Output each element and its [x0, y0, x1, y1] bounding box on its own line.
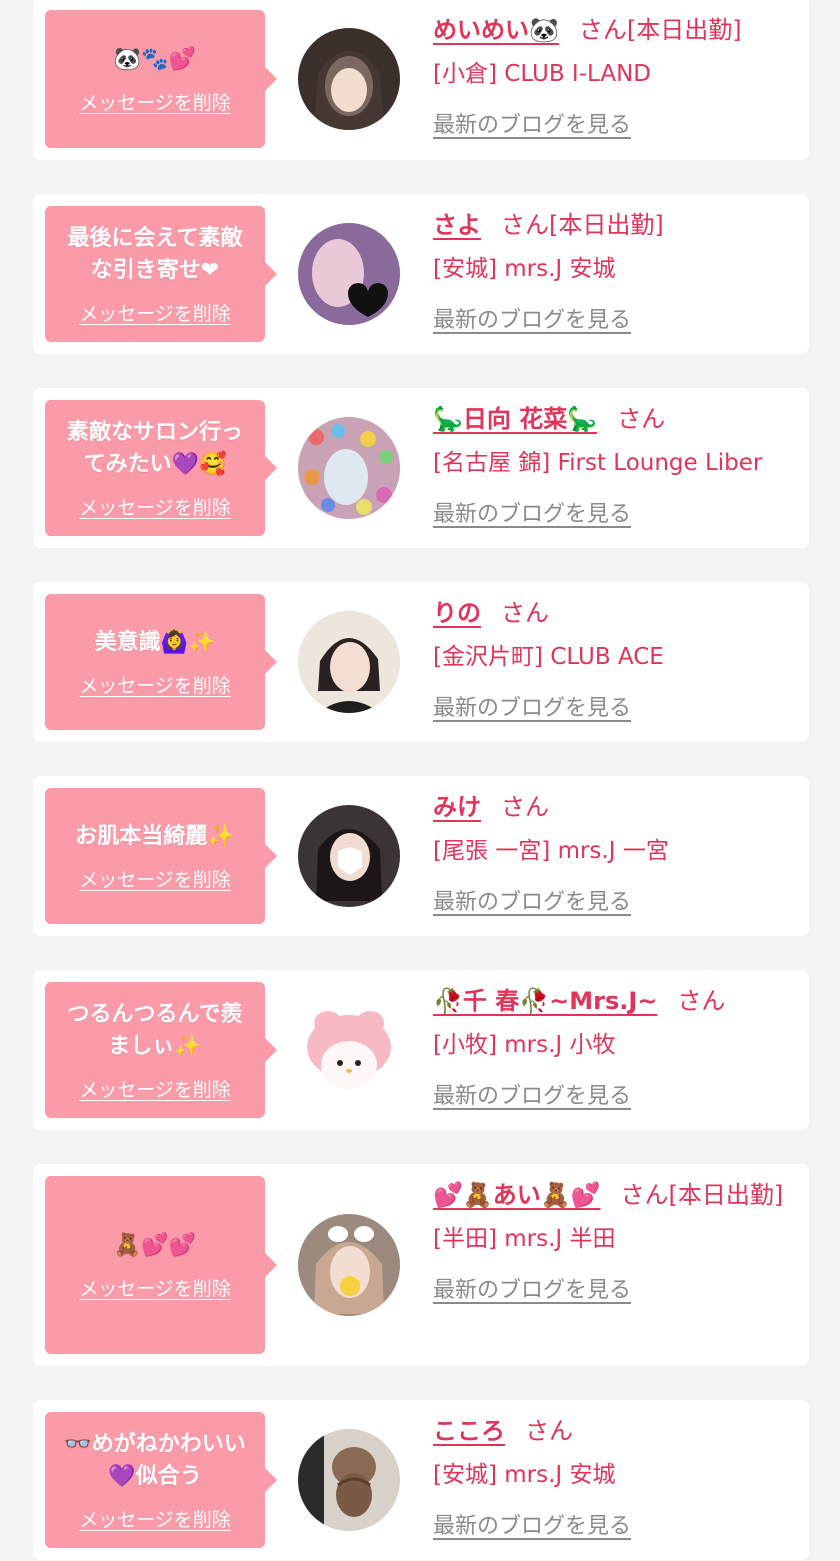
cast-info: みけ さん [尾張 一宮] mrs.J 一宮 最新のブログを見る: [433, 787, 793, 923]
message-bubble: 最後に会えて素敵な引き寄せ❤ メッセージを削除: [45, 206, 277, 342]
list-item: つるんつるんで羨ましぃ✨ メッセージを削除 🥀千 春🥀~Mrs.J~ さん [小牧…: [33, 970, 809, 1130]
message-bubble: 🧸💕💕 メッセージを削除: [45, 1176, 277, 1354]
cast-name-link[interactable]: めいめい🐼: [433, 16, 559, 44]
cast-info: 🦕日向 花菜🦕 さん [名古屋 錦] First Lounge Liber 最新の…: [433, 399, 793, 535]
name-line: 🥀千 春🥀~Mrs.J~ さん: [433, 981, 793, 1021]
delete-message-link[interactable]: メッセージを削除: [79, 299, 231, 326]
delete-message-link[interactable]: メッセージを削除: [79, 493, 231, 520]
avatar[interactable]: [298, 805, 400, 907]
blog-link[interactable]: 最新のブログを見る: [433, 1271, 631, 1311]
name-line: みけ さん: [433, 787, 793, 827]
message-text: 美意識🙆‍♀️✨: [94, 629, 216, 655]
avatar-photo-icon: [298, 1214, 400, 1316]
cast-name-link[interactable]: 🦕日向 花菜🦕: [433, 405, 597, 433]
name-line: めいめい🐼 さん[本日出勤]: [433, 10, 793, 50]
cast-info: 🥀千 春🥀~Mrs.J~ さん [小牧] mrs.J 小牧 最新のブログを見る: [433, 981, 793, 1117]
list-item: 美意識🙆‍♀️✨ メッセージを削除 りの さん [金沢片町] CLUB ACE 最…: [33, 582, 809, 742]
avatar[interactable]: [298, 999, 400, 1101]
name-line: 🦕日向 花菜🦕 さん: [433, 399, 793, 439]
list-item: 最後に会えて素敵な引き寄せ❤ メッセージを削除 さよ さん[本日出勤] [安城] …: [33, 194, 809, 354]
shop-name: [安城] mrs.J 安城: [433, 1462, 616, 1488]
avatar[interactable]: [298, 28, 400, 130]
cast-info: さよ さん[本日出勤] [安城] mrs.J 安城 最新のブログを見る: [433, 205, 793, 341]
list-item: 素敵なサロン行ってみたい💜🥰 メッセージを削除 🦕日向 花菜🦕 さん [名古屋 錦…: [33, 388, 809, 548]
avatar-photo-icon: [298, 223, 400, 325]
cast-name-link[interactable]: さよ: [433, 211, 481, 239]
message-text: 素敵なサロン行ってみたい💜🥰: [66, 419, 243, 477]
cast-name-link[interactable]: みけ: [433, 793, 481, 821]
name-suffix: さん: [617, 405, 666, 433]
list-item: お肌本当綺麗✨ メッセージを削除 みけ さん [尾張 一宮] mrs.J 一宮 最…: [33, 776, 809, 936]
cast-info: 💕🧸あい🧸💕 さん[本日出勤] [半田] mrs.J 半田 最新のブログを見る: [433, 1175, 793, 1311]
name-line: 💕🧸あい🧸💕 さん[本日出勤]: [433, 1175, 793, 1215]
avatar-photo-icon: [298, 417, 400, 519]
name-suffix: さん[本日出勤]: [501, 211, 664, 239]
cast-info: めいめい🐼 さん[本日出勤] [小倉] CLUB I-LAND 最新のブログを見る: [433, 10, 793, 146]
avatar-photo-icon: [298, 805, 400, 907]
message-bubble: 素敵なサロン行ってみたい💜🥰 メッセージを削除: [45, 400, 277, 536]
list-item: 🧸💕💕 メッセージを削除 💕🧸あい🧸💕 さん[本日出勤] [半田] mrs.J 半…: [33, 1164, 809, 1366]
message-bubble: 🐼🐾💕 メッセージを削除: [45, 10, 277, 148]
avatar[interactable]: [298, 611, 400, 713]
cast-info: こころ さん [安城] mrs.J 安城 最新のブログを見る: [433, 1411, 793, 1547]
name-suffix: さん: [677, 987, 726, 1015]
message-text: つるんつるんで羨ましぃ✨: [67, 1001, 243, 1059]
shop-name: [金沢片町] CLUB ACE: [433, 644, 664, 670]
avatar[interactable]: [298, 1214, 400, 1316]
shop-name: [小牧] mrs.J 小牧: [433, 1032, 616, 1058]
avatar-photo-icon: [298, 611, 400, 713]
blog-link[interactable]: 最新のブログを見る: [433, 301, 631, 341]
name-line: りの さん: [433, 593, 793, 633]
shop-name: [名古屋 錦] First Lounge Liber: [433, 450, 763, 476]
name-suffix: さん: [501, 793, 549, 821]
shop-name: [小倉] CLUB I-LAND: [433, 61, 651, 87]
avatar-character-icon: [298, 999, 400, 1101]
message-text: お肌本当綺麗✨: [75, 823, 235, 849]
avatar-photo-icon: [298, 1429, 400, 1531]
blog-link[interactable]: 最新のブログを見る: [433, 495, 631, 535]
blog-link[interactable]: 最新のブログを見る: [433, 106, 631, 146]
message-text: 👓めがねかわいい💜似合う: [64, 1431, 246, 1489]
message-bubble: 👓めがねかわいい💜似合う メッセージを削除: [45, 1412, 277, 1548]
delete-message-link[interactable]: メッセージを削除: [79, 865, 231, 892]
message-bubble: 美意識🙆‍♀️✨ メッセージを削除: [45, 594, 277, 730]
name-suffix: さん: [501, 599, 549, 627]
name-line: こころ さん: [433, 1411, 793, 1451]
name-suffix: さん[本日出勤]: [620, 1181, 784, 1209]
avatar[interactable]: [298, 223, 400, 325]
blog-link[interactable]: 最新のブログを見る: [433, 883, 631, 923]
name-suffix: さん[本日出勤]: [578, 16, 742, 44]
avatar[interactable]: [298, 417, 400, 519]
delete-message-link[interactable]: メッセージを削除: [79, 1274, 231, 1301]
message-bubble: つるんつるんで羨ましぃ✨ メッセージを削除: [45, 982, 277, 1118]
blog-link[interactable]: 最新のブログを見る: [433, 1507, 631, 1547]
cast-name-link[interactable]: こころ: [433, 1417, 505, 1445]
delete-message-link[interactable]: メッセージを削除: [79, 88, 231, 115]
name-suffix: さん: [525, 1417, 573, 1445]
avatar-photo-icon: [298, 28, 400, 130]
list-item: 👓めがねかわいい💜似合う メッセージを削除 こころ さん [安城] mrs.J 安…: [33, 1400, 809, 1560]
cast-name-link[interactable]: 🥀千 春🥀~Mrs.J~: [433, 987, 657, 1015]
delete-message-link[interactable]: メッセージを削除: [79, 1505, 231, 1532]
delete-message-link[interactable]: メッセージを削除: [79, 1075, 231, 1102]
cast-name-link[interactable]: りの: [433, 599, 481, 627]
shop-name: [安城] mrs.J 安城: [433, 256, 616, 282]
shop-name: [尾張 一宮] mrs.J 一宮: [433, 838, 669, 864]
list-item: 🐼🐾💕 メッセージを削除 めいめい🐼 さん[本日出勤] [小倉] CLUB I-L…: [33, 0, 809, 160]
message-bubble: お肌本当綺麗✨ メッセージを削除: [45, 788, 277, 924]
blog-link[interactable]: 最新のブログを見る: [433, 689, 631, 729]
cast-name-link[interactable]: 💕🧸あい🧸💕: [433, 1181, 601, 1209]
message-text: 最後に会えて素敵な引き寄せ❤: [67, 225, 243, 283]
shop-name: [半田] mrs.J 半田: [433, 1226, 616, 1252]
blog-link[interactable]: 最新のブログを見る: [433, 1077, 631, 1117]
message-text: 🧸💕💕: [113, 1232, 197, 1258]
cast-info: りの さん [金沢片町] CLUB ACE 最新のブログを見る: [433, 593, 793, 729]
delete-message-link[interactable]: メッセージを削除: [79, 671, 231, 698]
avatar[interactable]: [298, 1429, 400, 1531]
message-text: 🐼🐾💕: [113, 46, 197, 72]
name-line: さよ さん[本日出勤]: [433, 205, 793, 245]
